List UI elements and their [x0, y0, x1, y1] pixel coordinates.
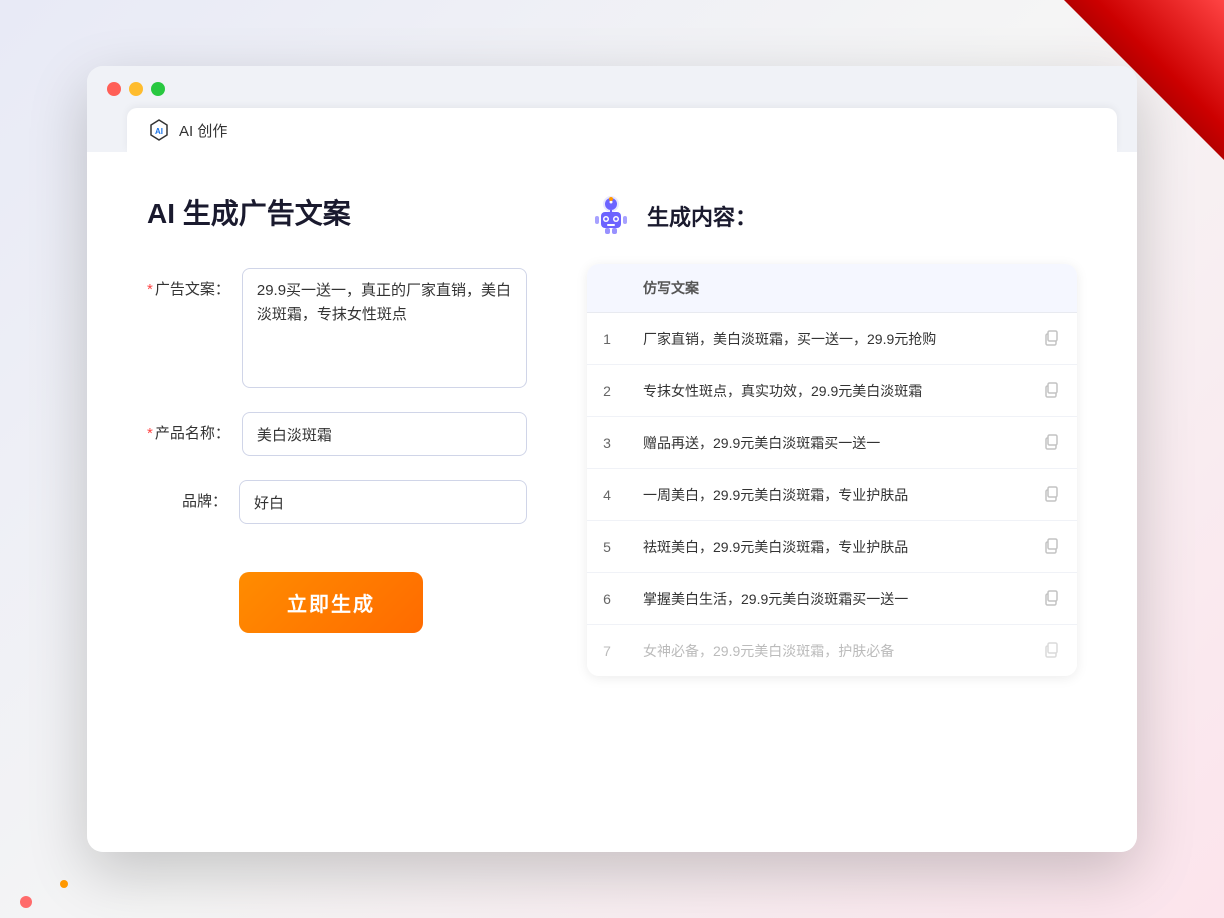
- ai-tab-icon: AI: [147, 118, 171, 142]
- browser-tab[interactable]: AI AI 创作: [127, 108, 1117, 152]
- table-row: 5祛斑美白，29.9元美白淡斑霜，专业护肤品: [587, 521, 1077, 573]
- row-number: 5: [587, 521, 627, 573]
- product-name-input[interactable]: [242, 412, 527, 456]
- copy-icon[interactable]: [1041, 535, 1061, 555]
- copy-cell: [1025, 469, 1077, 521]
- brand-group: 品牌：: [147, 480, 527, 524]
- left-panel: AI 生成广告文案 *广告文案： 29.9买一送一，真正的厂家直销，美白淡斑霜，…: [147, 192, 527, 812]
- close-button[interactable]: [107, 82, 121, 96]
- row-number: 3: [587, 417, 627, 469]
- col-num-header: [587, 264, 627, 313]
- row-text: 赠品再送，29.9元美白淡斑霜买一送一: [627, 417, 1025, 469]
- copy-cell: [1025, 365, 1077, 417]
- robot-icon: [587, 192, 635, 240]
- result-title: 生成内容：: [647, 200, 757, 232]
- browser-controls: [107, 82, 1117, 96]
- copy-cell: [1025, 521, 1077, 573]
- required-star-1: *: [147, 281, 153, 298]
- maximize-button[interactable]: [151, 82, 165, 96]
- copy-cell: [1025, 313, 1077, 365]
- row-text: 祛斑美白，29.9元美白淡斑霜，专业护肤品: [627, 521, 1025, 573]
- table-row: 1厂家直销，美白淡斑霜，买一送一，29.9元抢购: [587, 313, 1077, 365]
- corner-decoration-bottom-left: [0, 838, 120, 918]
- row-text: 一周美白，29.9元美白淡斑霜，专业护肤品: [627, 469, 1025, 521]
- copy-icon[interactable]: [1041, 483, 1061, 503]
- copy-icon[interactable]: [1041, 431, 1061, 451]
- copy-icon[interactable]: [1041, 587, 1061, 607]
- brand-label: 品牌：: [147, 480, 227, 511]
- minimize-button[interactable]: [129, 82, 143, 96]
- copy-icon[interactable]: [1041, 327, 1061, 347]
- browser-chrome: AI AI 创作: [87, 66, 1137, 152]
- product-name-group: *产品名称：: [147, 412, 527, 456]
- row-text: 厂家直销，美白淡斑霜，买一送一，29.9元抢购: [627, 313, 1025, 365]
- result-header: 生成内容：: [587, 192, 1077, 240]
- copy-cell: [1025, 417, 1077, 469]
- col-text-header: 仿写文案: [627, 264, 1025, 313]
- table-row: 7女神必备，29.9元美白淡斑霜，护肤必备: [587, 625, 1077, 676]
- browser-content: AI 生成广告文案 *广告文案： 29.9买一送一，真正的厂家直销，美白淡斑霜，…: [87, 152, 1137, 852]
- row-text: 专抹女性斑点，真实功效，29.9元美白淡斑霜: [627, 365, 1025, 417]
- table-row: 4一周美白，29.9元美白淡斑霜，专业护肤品: [587, 469, 1077, 521]
- ad-copy-group: *广告文案： 29.9买一送一，真正的厂家直销，美白淡斑霜，专抹女性斑点: [147, 268, 527, 388]
- row-number: 7: [587, 625, 627, 676]
- generate-button[interactable]: 立即生成: [239, 572, 423, 633]
- tab-title: AI 创作: [179, 120, 227, 141]
- page-title: AI 生成广告文案: [147, 192, 527, 232]
- row-text: 掌握美白生活，29.9元美白淡斑霜买一送一: [627, 573, 1025, 625]
- right-panel: 生成内容： 仿写文案 1厂家直销，美白淡斑霜，买一送一，29.9元抢购 2专抹女…: [587, 192, 1077, 812]
- results-table: 仿写文案 1厂家直销，美白淡斑霜，买一送一，29.9元抢购 2专抹女性斑点，真实…: [587, 264, 1077, 676]
- copy-cell: [1025, 625, 1077, 676]
- copy-icon[interactable]: [1041, 639, 1061, 659]
- table-row: 6掌握美白生活，29.9元美白淡斑霜买一送一: [587, 573, 1077, 625]
- brand-input[interactable]: [239, 480, 527, 524]
- row-number: 4: [587, 469, 627, 521]
- table-row: 3赠品再送，29.9元美白淡斑霜买一送一: [587, 417, 1077, 469]
- copy-cell: [1025, 573, 1077, 625]
- row-number: 6: [587, 573, 627, 625]
- row-number: 1: [587, 313, 627, 365]
- svg-text:AI: AI: [155, 127, 163, 136]
- table-row: 2专抹女性斑点，真实功效，29.9元美白淡斑霜: [587, 365, 1077, 417]
- browser-window: AI AI 创作 AI 生成广告文案 *广告文案： 29.9买一送一，真正的厂家…: [87, 66, 1137, 852]
- col-copy-header: [1025, 264, 1077, 313]
- product-name-label: *产品名称：: [147, 412, 230, 443]
- required-star-2: *: [147, 425, 153, 442]
- copy-icon[interactable]: [1041, 379, 1061, 399]
- row-text: 女神必备，29.9元美白淡斑霜，护肤必备: [627, 625, 1025, 676]
- ad-copy-label: *广告文案：: [147, 268, 230, 299]
- ad-copy-textarea[interactable]: 29.9买一送一，真正的厂家直销，美白淡斑霜，专抹女性斑点: [242, 268, 527, 388]
- row-number: 2: [587, 365, 627, 417]
